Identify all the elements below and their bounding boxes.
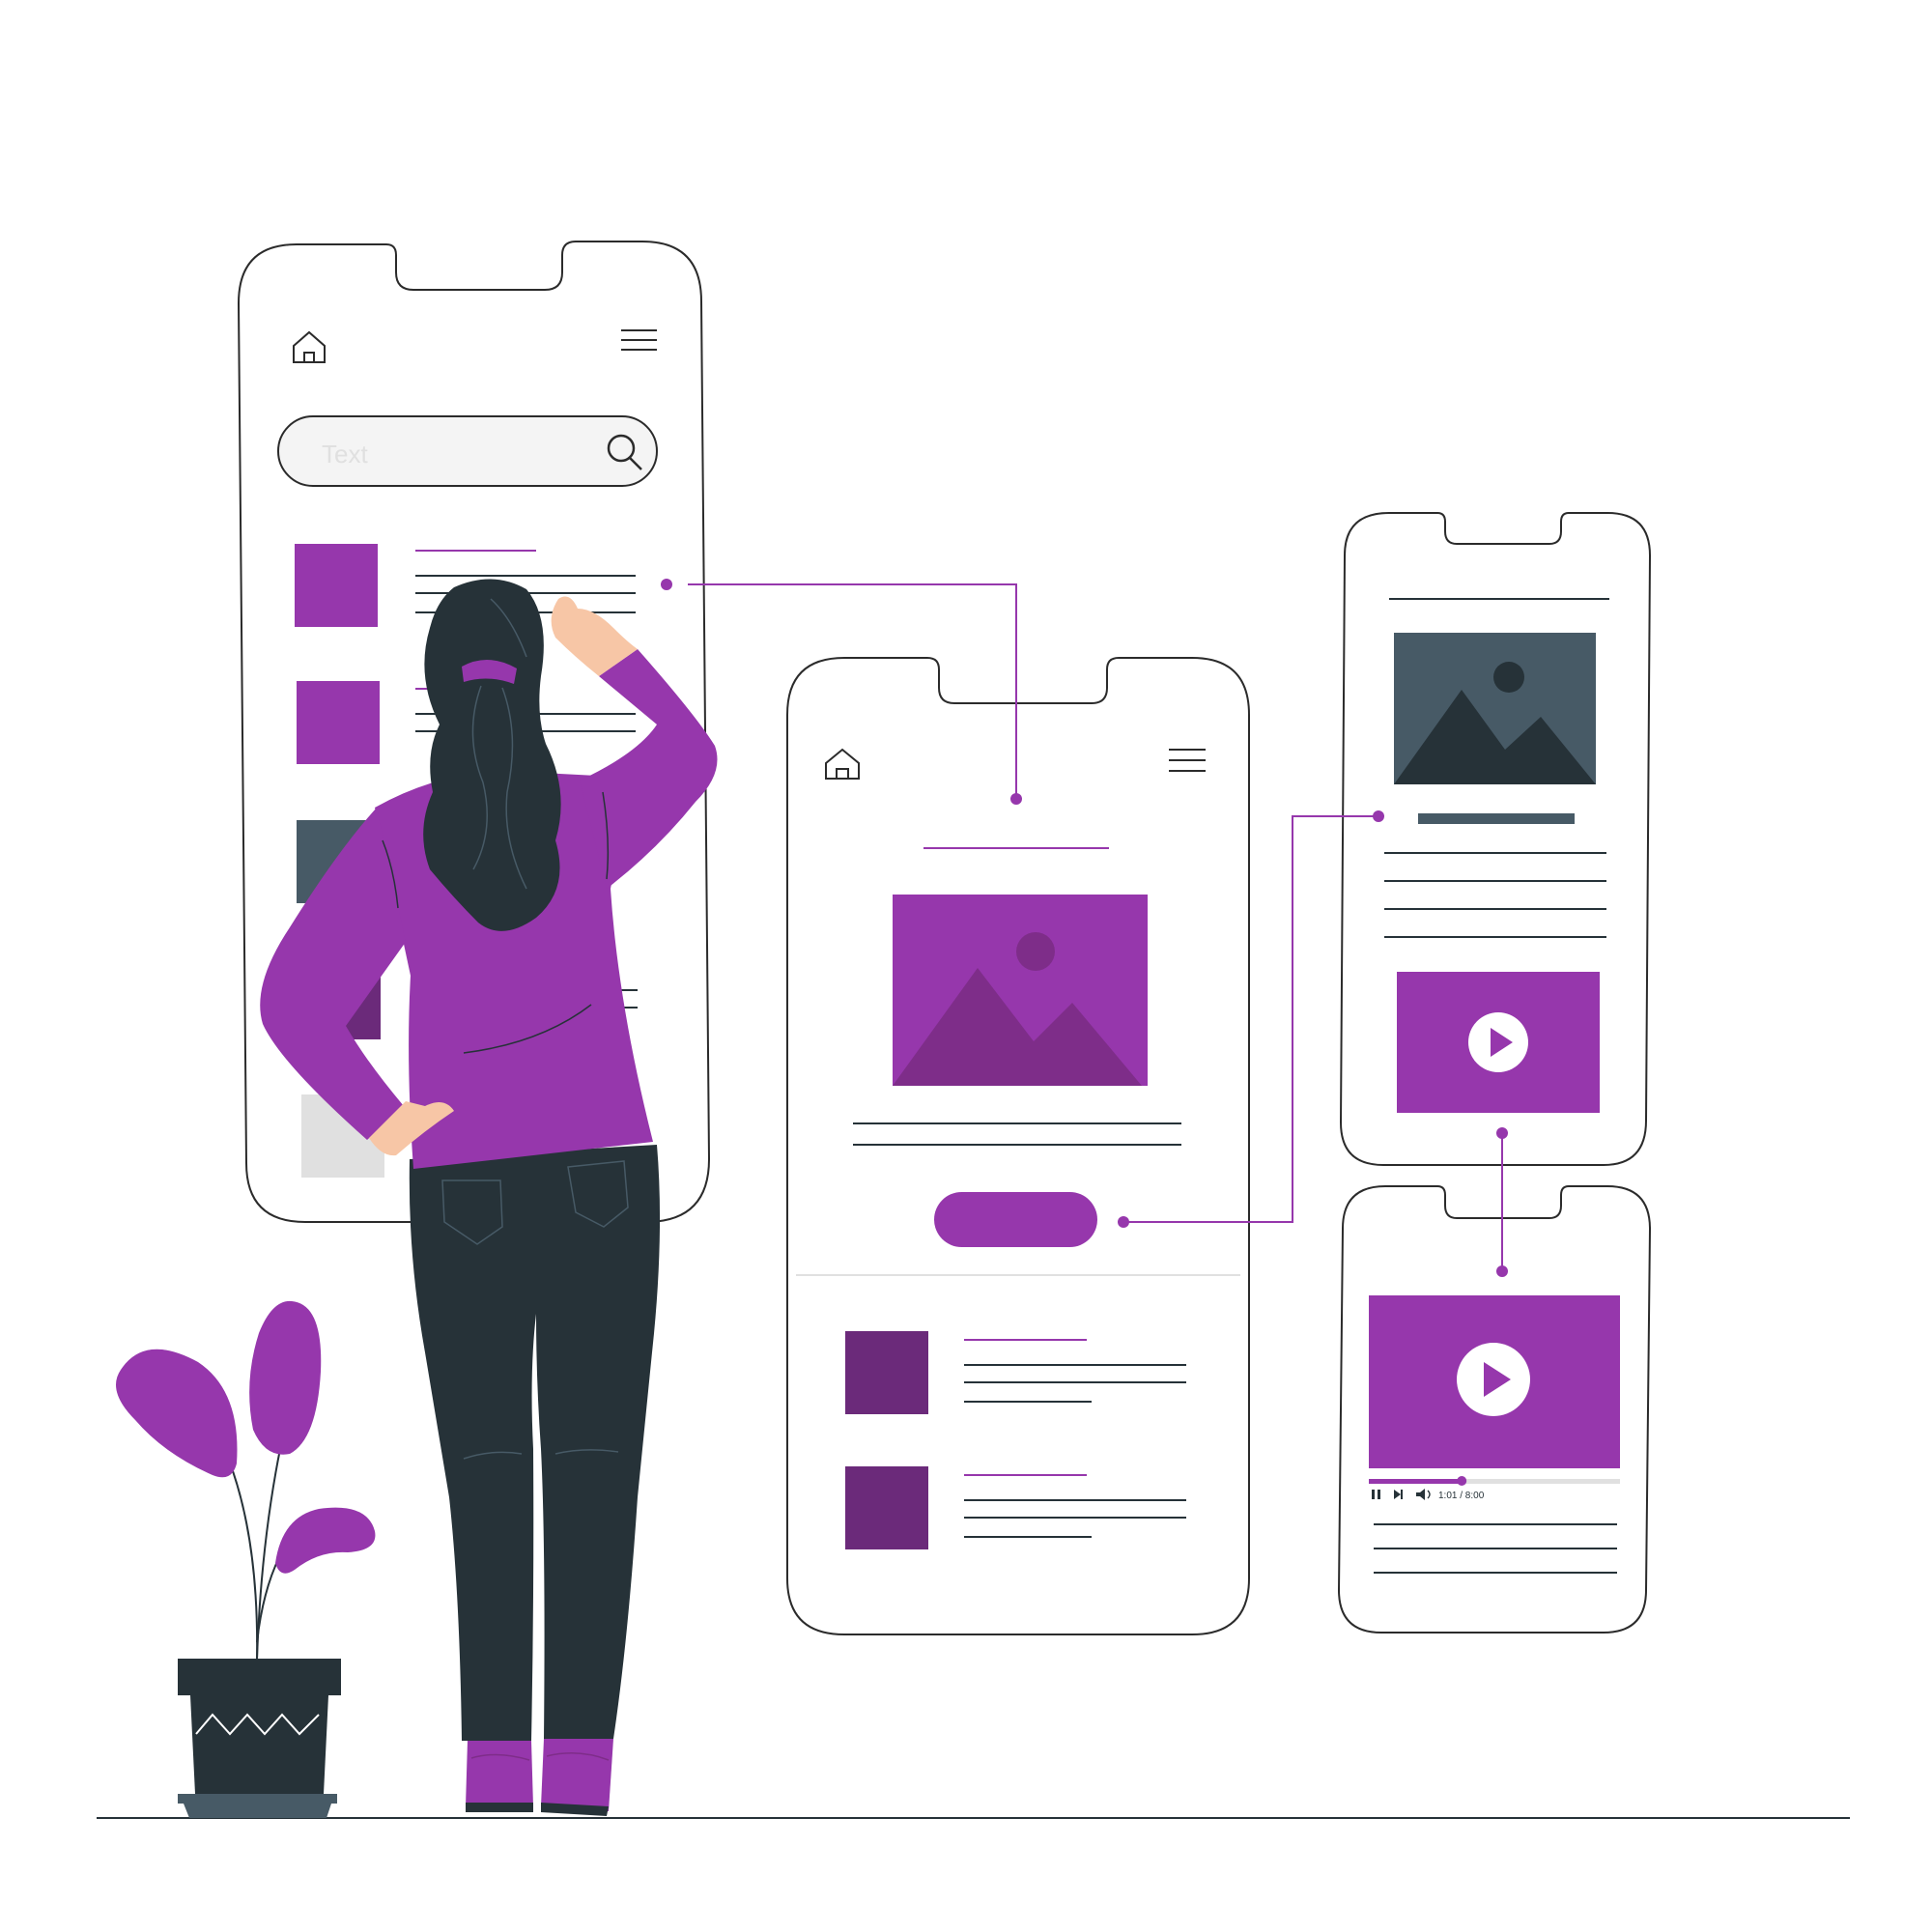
progress-fill xyxy=(1369,1479,1463,1484)
video-thumbnail[interactable] xyxy=(1397,972,1600,1113)
hair xyxy=(423,579,561,931)
list-thumbnail xyxy=(297,681,380,764)
leaf xyxy=(249,1300,322,1455)
leaf xyxy=(116,1349,238,1478)
list-thumbnail xyxy=(295,544,378,627)
list-thumbnail xyxy=(845,1331,928,1414)
leaf xyxy=(275,1507,376,1574)
potted-plant xyxy=(116,1300,376,1818)
phone-media xyxy=(1339,512,1652,1166)
phone-video-player: 1:01 / 8:00 xyxy=(1337,1185,1652,1634)
list-thumbnail xyxy=(845,1466,928,1549)
video-player-frame[interactable] xyxy=(1369,1295,1620,1468)
image-icon xyxy=(1394,633,1596,784)
pants xyxy=(409,1145,661,1741)
search-placeholder: Text xyxy=(322,440,368,469)
progress-knob[interactable] xyxy=(1457,1476,1467,1486)
pot-rim xyxy=(178,1659,341,1695)
playback-time: 1:01 / 8:00 xyxy=(1438,1491,1485,1501)
shoe xyxy=(466,1741,533,1806)
primary-action-button[interactable] xyxy=(934,1192,1097,1247)
shoe xyxy=(541,1739,613,1811)
search-field[interactable]: Text xyxy=(277,415,658,487)
pot-base xyxy=(178,1794,337,1804)
illustration: Text 1:01 / 8:00 xyxy=(97,241,1850,1819)
pot-body xyxy=(190,1695,328,1794)
caption-bar xyxy=(1418,813,1575,824)
hero-image-icon xyxy=(893,895,1148,1086)
